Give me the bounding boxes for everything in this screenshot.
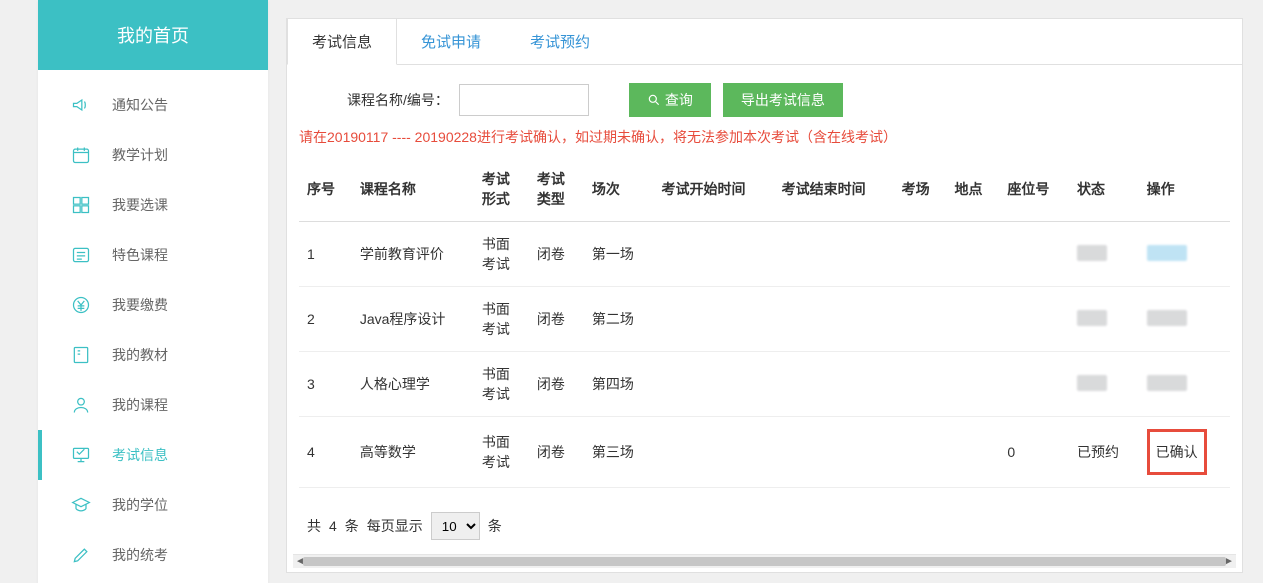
megaphone-icon bbox=[70, 94, 92, 116]
course-input[interactable] bbox=[459, 84, 589, 116]
horizontal-scrollbar[interactable]: ◄ ► bbox=[293, 554, 1236, 568]
table-row: 2 Java程序设计 书面考试 闭卷 第二场 bbox=[299, 287, 1230, 352]
blurred-action[interactable] bbox=[1147, 310, 1187, 326]
sidebar-item-label: 特色课程 bbox=[112, 245, 168, 265]
scroll-left-icon[interactable]: ◄ bbox=[293, 555, 307, 568]
sidebar-item-my-course[interactable]: 我的课程 bbox=[38, 380, 268, 430]
sidebar-item-label: 我要选课 bbox=[112, 195, 168, 215]
list-icon bbox=[70, 244, 92, 266]
table-row: 1 学前教育评价 书面考试 闭卷 第一场 bbox=[299, 222, 1230, 287]
tab-exam-reserve[interactable]: 考试预约 bbox=[506, 19, 615, 64]
yen-icon bbox=[70, 294, 92, 316]
th-session: 场次 bbox=[584, 157, 654, 222]
search-button[interactable]: 查询 bbox=[629, 83, 711, 117]
course-label: 课程名称/编号： bbox=[347, 90, 449, 110]
blurred-action[interactable] bbox=[1147, 245, 1187, 261]
sidebar-item-label: 我的课程 bbox=[112, 395, 168, 415]
th-action: 操作 bbox=[1139, 157, 1230, 222]
th-end: 考试结束时间 bbox=[774, 157, 894, 222]
scroll-right-icon[interactable]: ► bbox=[1222, 555, 1236, 568]
total-unit: 条 bbox=[345, 516, 359, 536]
sidebar-item-degree[interactable]: 我的学位 bbox=[38, 480, 268, 530]
main-panel: 考试信息 免试申请 考试预约 课程名称/编号： 查询 导出考试信息 请在2019… bbox=[286, 18, 1243, 573]
notice-text: 请在20190117 ---- 20190228进行考试确认，如过期未确认，将无… bbox=[287, 127, 1242, 157]
total-prefix: 共 bbox=[307, 516, 321, 536]
monitor-icon bbox=[70, 444, 92, 466]
table-row: 3 人格心理学 书面考试 闭卷 第四场 bbox=[299, 352, 1230, 417]
sidebar-item-label: 考试信息 bbox=[112, 445, 168, 465]
per-page-select[interactable]: 10 bbox=[431, 512, 480, 540]
sidebar-item-label: 通知公告 bbox=[112, 95, 168, 115]
sidebar-item-payment[interactable]: 我要缴费 bbox=[38, 280, 268, 330]
sidebar-item-label: 我的统考 bbox=[112, 545, 168, 565]
tab-exempt-apply[interactable]: 免试申请 bbox=[397, 19, 506, 64]
sidebar-item-label: 我的学位 bbox=[112, 495, 168, 515]
blurred-status bbox=[1077, 310, 1107, 326]
sidebar-item-label: 我的教材 bbox=[112, 345, 168, 365]
sidebar: 我的首页 通知公告 教学计划 我要选课 特色课程 我要缴费 我的教材 我的课程 bbox=[38, 0, 268, 583]
graduation-icon bbox=[70, 494, 92, 516]
th-course: 课程名称 bbox=[352, 157, 474, 222]
user-icon bbox=[70, 394, 92, 416]
tab-exam-info[interactable]: 考试信息 bbox=[287, 19, 397, 65]
sidebar-item-textbook[interactable]: 我的教材 bbox=[38, 330, 268, 380]
export-button-label: 导出考试信息 bbox=[741, 90, 825, 110]
th-seat: 座位号 bbox=[999, 157, 1069, 222]
book-icon bbox=[70, 344, 92, 366]
th-form: 考试形式 bbox=[474, 157, 529, 222]
th-room: 考场 bbox=[894, 157, 947, 222]
sidebar-item-notice[interactable]: 通知公告 bbox=[38, 80, 268, 130]
sidebar-item-select-course[interactable]: 我要选课 bbox=[38, 180, 268, 230]
tabs: 考试信息 免试申请 考试预约 bbox=[287, 19, 1242, 65]
blurred-status bbox=[1077, 245, 1107, 261]
unit-label: 条 bbox=[488, 516, 502, 536]
th-status: 状态 bbox=[1069, 157, 1139, 222]
search-button-label: 查询 bbox=[665, 90, 693, 110]
th-type: 考试类型 bbox=[529, 157, 584, 222]
pagination: 共 4 条 每页显示 10 条 bbox=[287, 498, 1242, 554]
blurred-action[interactable] bbox=[1147, 375, 1187, 391]
grid-icon bbox=[70, 194, 92, 216]
sidebar-item-label: 我要缴费 bbox=[112, 295, 168, 315]
th-place: 地点 bbox=[947, 157, 1000, 222]
export-button[interactable]: 导出考试信息 bbox=[723, 83, 843, 117]
th-seq: 序号 bbox=[299, 157, 352, 222]
confirm-action[interactable]: 已确认 bbox=[1147, 429, 1207, 475]
sidebar-item-plan[interactable]: 教学计划 bbox=[38, 130, 268, 180]
sidebar-title: 我的首页 bbox=[38, 0, 268, 70]
per-page-label: 每页显示 bbox=[367, 516, 423, 536]
sidebar-item-exam[interactable]: 考试信息 bbox=[38, 430, 268, 480]
sidebar-item-unified-exam[interactable]: 我的统考 bbox=[38, 530, 268, 580]
blurred-status bbox=[1077, 375, 1107, 391]
calendar-icon bbox=[70, 144, 92, 166]
exam-table: 序号 课程名称 考试形式 考试类型 场次 考试开始时间 考试结束时间 考场 地点… bbox=[299, 157, 1230, 488]
toolbar: 课程名称/编号： 查询 导出考试信息 bbox=[287, 65, 1242, 127]
total-count: 4 bbox=[329, 518, 337, 534]
th-start: 考试开始时间 bbox=[653, 157, 773, 222]
pencil-icon bbox=[70, 544, 92, 566]
sidebar-item-featured[interactable]: 特色课程 bbox=[38, 230, 268, 280]
sidebar-item-label: 教学计划 bbox=[112, 145, 168, 165]
table-row: 4 高等数学 书面考试 闭卷 第三场 0 已预约 已确认 bbox=[299, 417, 1230, 488]
